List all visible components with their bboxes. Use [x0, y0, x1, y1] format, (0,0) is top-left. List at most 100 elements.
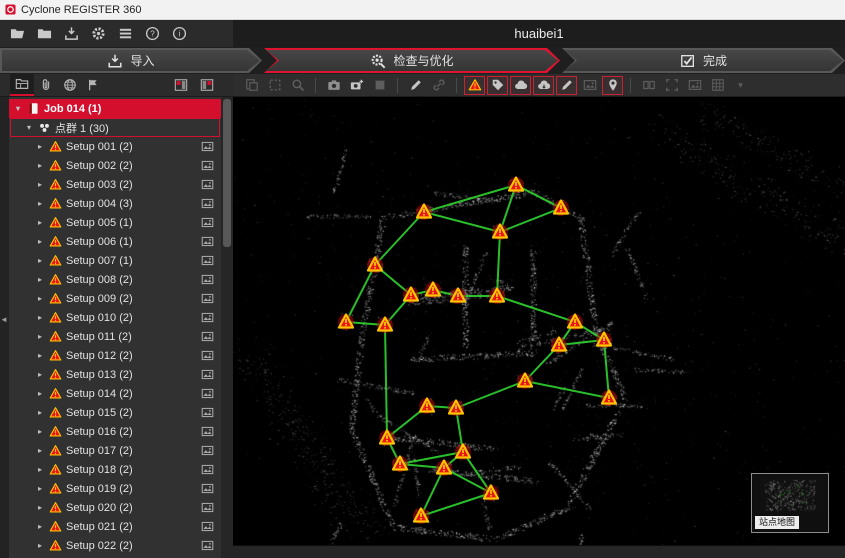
show-cloud-toggle[interactable]	[510, 76, 531, 95]
setup-marker-1[interactable]	[416, 204, 432, 220]
sidebar-collapse-button[interactable]: ◄	[0, 97, 9, 558]
tree-scrollbar-thumb[interactable]	[223, 99, 231, 247]
setup-marker-3[interactable]	[553, 200, 569, 216]
tree-expander-icon[interactable]: ▸	[35, 256, 45, 265]
setup-image-icon[interactable]	[201, 159, 214, 172]
show-annotations-toggle[interactable]	[556, 76, 577, 95]
setup-image-icon[interactable]	[201, 178, 214, 191]
setup-marker-12[interactable]	[567, 314, 583, 330]
show-labels-toggle[interactable]	[487, 76, 508, 95]
setup-image-icon[interactable]	[201, 520, 214, 533]
detail-view-icon[interactable]	[195, 74, 219, 96]
tree-expander-icon[interactable]: ▸	[35, 294, 45, 303]
setup-marker-23[interactable]	[483, 485, 499, 501]
show-cloud-detail-toggle[interactable]	[533, 76, 554, 95]
tree-item-setup-003[interactable]: ▸Setup 003 (2)	[9, 175, 221, 194]
tree-expander-icon[interactable]: ▸	[35, 332, 45, 341]
tree-expander-icon[interactable]: ▸	[35, 199, 45, 208]
snapshot-icon[interactable]	[323, 76, 344, 95]
about-icon[interactable]: i	[167, 23, 192, 45]
setup-marker-5[interactable]	[367, 257, 383, 273]
help-icon[interactable]: ?	[140, 23, 165, 45]
setup-marker-6[interactable]	[403, 287, 419, 303]
tree-item-setup-016[interactable]: ▸Setup 016 (2)	[9, 422, 221, 441]
tree-expander-icon[interactable]: ▸	[35, 427, 45, 436]
tree-expander-icon[interactable]: ▸	[35, 446, 45, 455]
tree-expander-icon[interactable]: ▸	[35, 541, 45, 550]
setup-image-icon[interactable]	[201, 425, 214, 438]
sitemap-minimap[interactable]: 站点地图	[751, 473, 829, 533]
tab-links[interactable]	[34, 74, 58, 96]
tab-web[interactable]	[58, 74, 82, 96]
setup-marker-21[interactable]	[392, 456, 408, 472]
tree-item-cluster[interactable]: ▾点群 1 (30)	[10, 118, 220, 137]
tree-item-setup-009[interactable]: ▸Setup 009 (2)	[9, 289, 221, 308]
tree-expander-icon[interactable]: ▾	[24, 123, 34, 132]
setup-image-icon[interactable]	[201, 406, 214, 419]
setup-marker-18[interactable]	[448, 400, 464, 416]
tab-project-explorer[interactable]	[10, 74, 34, 96]
tree-expander-icon[interactable]: ▸	[35, 408, 45, 417]
setup-marker-14[interactable]	[596, 332, 612, 348]
setup-marker-9[interactable]	[489, 288, 505, 304]
import-data-icon[interactable]	[59, 23, 84, 45]
setup-image-icon[interactable]	[201, 292, 214, 305]
setup-marker-17[interactable]	[419, 398, 435, 414]
tree-expander-icon[interactable]: ▸	[35, 218, 45, 227]
tab-bookmarks[interactable]	[82, 74, 106, 96]
setup-image-icon[interactable]	[201, 501, 214, 514]
setup-image-icon[interactable]	[201, 349, 214, 362]
tree-item-setup-011[interactable]: ▸Setup 011 (2)	[9, 327, 221, 346]
setup-image-icon[interactable]	[201, 463, 214, 476]
workflow-step-import[interactable]: 导入	[0, 48, 262, 73]
setup-image-icon[interactable]	[201, 311, 214, 324]
tree-expander-icon[interactable]: ▸	[35, 522, 45, 531]
setup-marker-2[interactable]	[508, 177, 524, 193]
setup-marker-16[interactable]	[601, 390, 617, 406]
tree-item-setup-021[interactable]: ▸Setup 021 (2)	[9, 517, 221, 536]
tree-item-setup-006[interactable]: ▸Setup 006 (1)	[9, 232, 221, 251]
setup-image-icon[interactable]	[201, 216, 214, 229]
tree-item-setup-012[interactable]: ▸Setup 012 (2)	[9, 346, 221, 365]
tree-item-setup-008[interactable]: ▸Setup 008 (2)	[9, 270, 221, 289]
setup-image-icon[interactable]	[201, 273, 214, 286]
setup-image-icon[interactable]	[201, 444, 214, 457]
setup-marker-8[interactable]	[450, 288, 466, 304]
tree-expander-icon[interactable]: ▸	[35, 313, 45, 322]
setup-marker-11[interactable]	[377, 317, 393, 333]
tree-item-setup-001[interactable]: ▸Setup 001 (2)	[9, 137, 221, 156]
tree-item-job[interactable]: ▾Job 014 (1)	[9, 99, 221, 118]
show-setups-toggle[interactable]	[464, 76, 485, 95]
tree-item-setup-014[interactable]: ▸Setup 014 (2)	[9, 384, 221, 403]
setup-image-icon[interactable]	[201, 482, 214, 495]
storage-manager-icon[interactable]	[113, 23, 138, 45]
tree-item-setup-018[interactable]: ▸Setup 018 (2)	[9, 460, 221, 479]
workflow-step-review-optimize[interactable]: 检查与优化	[264, 48, 560, 73]
recent-projects-icon[interactable]	[32, 23, 57, 45]
capture-image-icon[interactable]	[346, 76, 367, 95]
tree-item-setup-019[interactable]: ▸Setup 019 (2)	[9, 479, 221, 498]
setup-marker-10[interactable]	[338, 314, 354, 330]
tree-expander-icon[interactable]: ▸	[35, 180, 45, 189]
thumbnail-view-icon[interactable]	[169, 74, 193, 96]
setup-marker-7[interactable]	[425, 282, 441, 298]
setup-marker-24[interactable]	[413, 508, 429, 524]
tree-item-setup-005[interactable]: ▸Setup 005 (1)	[9, 213, 221, 232]
setup-image-icon[interactable]	[201, 330, 214, 343]
tree-item-setup-020[interactable]: ▸Setup 020 (2)	[9, 498, 221, 517]
setup-image-icon[interactable]	[201, 235, 214, 248]
tree-item-setup-013[interactable]: ▸Setup 013 (2)	[9, 365, 221, 384]
tree-expander-icon[interactable]: ▸	[35, 161, 45, 170]
tree-expander-icon[interactable]: ▸	[35, 142, 45, 151]
show-geotags-toggle[interactable]	[602, 76, 623, 95]
tree-expander-icon[interactable]: ▸	[35, 484, 45, 493]
setup-image-icon[interactable]	[201, 254, 214, 267]
tree-expander-icon[interactable]: ▸	[35, 370, 45, 379]
setup-marker-19[interactable]	[379, 430, 395, 446]
tree-expander-icon[interactable]: ▾	[13, 104, 23, 113]
tree-expander-icon[interactable]: ▸	[35, 389, 45, 398]
tree-item-setup-002[interactable]: ▸Setup 002 (2)	[9, 156, 221, 175]
setup-image-icon[interactable]	[201, 197, 214, 210]
tree-expander-icon[interactable]: ▸	[35, 275, 45, 284]
settings-icon[interactable]	[86, 23, 111, 45]
